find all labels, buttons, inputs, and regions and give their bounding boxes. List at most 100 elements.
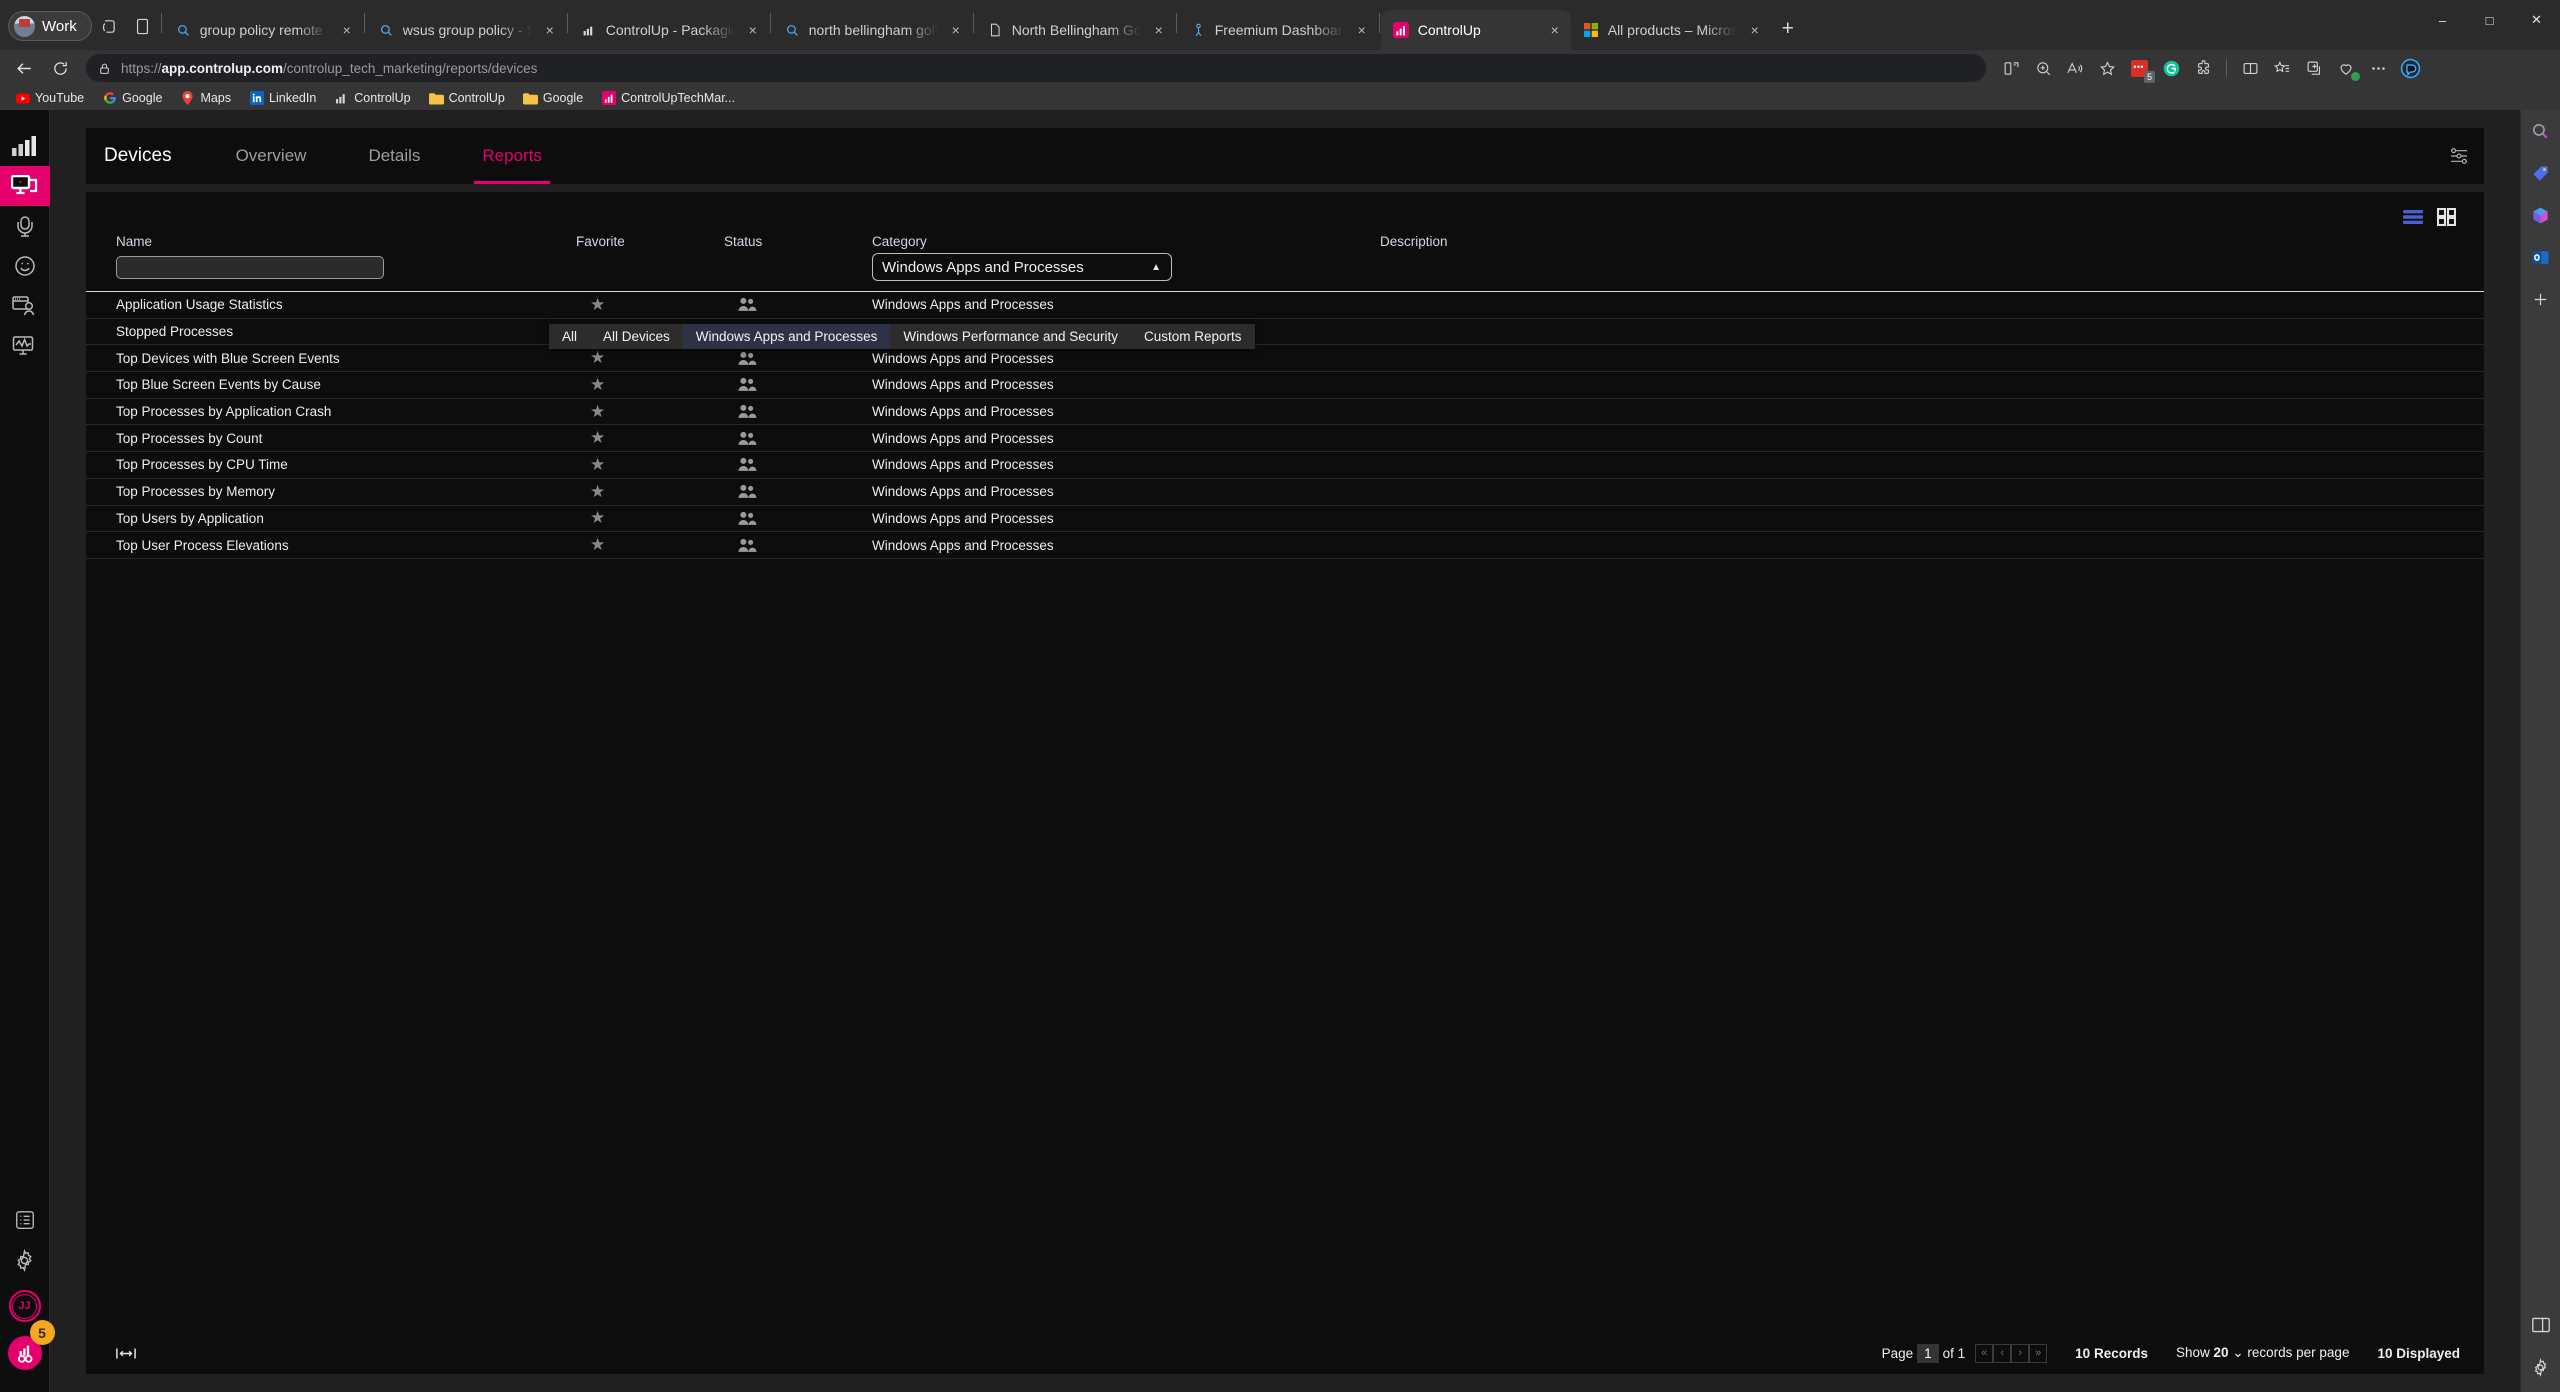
browser-health-icon[interactable] <box>2331 53 2361 83</box>
add-icon[interactable] <box>2527 286 2555 312</box>
grammarly-icon[interactable] <box>2156 53 2186 83</box>
tab-overview[interactable]: Overview <box>228 128 315 184</box>
sidebar-item-devices[interactable] <box>0 166 50 206</box>
zoom-icon[interactable] <box>2028 53 2058 83</box>
dropdown-option-all[interactable]: All <box>549 324 590 349</box>
split-screen-icon[interactable] <box>1996 53 2026 83</box>
table-row[interactable]: Application Usage Statistics ★ Windows App… <box>86 292 2484 319</box>
favorite-star-icon[interactable]: ★ <box>576 295 724 315</box>
dropdown-option-all-devices[interactable]: All Devices <box>590 324 683 349</box>
favorite-star-icon[interactable]: ★ <box>576 508 724 528</box>
sliders-icon[interactable] <box>2448 128 2484 184</box>
sidebar-item-support[interactable] <box>0 206 50 246</box>
table-row[interactable]: Stopped Processes★Windows Apps and Proce… <box>86 319 2484 346</box>
dropdown-option-custom-reports[interactable]: Custom Reports <box>1131 324 1255 349</box>
report-name[interactable]: Top Blue Screen Events by Cause <box>116 377 576 392</box>
bookmark-folder[interactable]: Google <box>516 89 590 108</box>
table-row[interactable]: Top Users by Application ★ Windows Apps an… <box>86 506 2484 533</box>
sidebar-item-settings[interactable] <box>0 1240 50 1280</box>
vertical-tabs-icon[interactable] <box>126 11 160 41</box>
favorite-star-icon[interactable]: ★ <box>576 375 724 395</box>
table-row[interactable]: Top Processes by CPU Time ★ Windows Apps a… <box>86 452 2484 479</box>
sidebar-item-user-sessions[interactable] <box>0 286 50 326</box>
extension-red-badge-icon[interactable]: 5 <box>2124 53 2155 83</box>
table-row[interactable]: Top Processes by Memory ★ Windows Apps and… <box>86 479 2484 506</box>
split-pane-icon[interactable] <box>2527 1312 2555 1338</box>
report-name[interactable]: Top Users by Application <box>116 511 576 526</box>
bookmark-item[interactable]: Google <box>95 89 169 108</box>
bookmark-item[interactable]: Maps <box>173 89 238 108</box>
browser-tab[interactable]: wsus group policy - Search × <box>366 10 566 50</box>
report-name[interactable]: Top Devices with Blue Screen Events <box>116 351 576 366</box>
close-icon[interactable]: × <box>1745 22 1765 38</box>
column-header-favorite[interactable]: Favorite <box>576 234 724 253</box>
read-aloud-icon[interactable] <box>2060 53 2090 83</box>
more-icon[interactable] <box>2363 53 2393 83</box>
fit-width-icon[interactable] <box>116 1347 136 1360</box>
category-filter-select[interactable]: Windows Apps and Processes ▲ <box>872 253 1172 281</box>
add-favorite-icon[interactable] <box>2092 53 2122 83</box>
tab-details[interactable]: Details <box>360 128 428 184</box>
minimize-button[interactable]: – <box>2419 0 2466 40</box>
sidebar-item-experience[interactable] <box>0 246 50 286</box>
favorite-star-icon[interactable]: ★ <box>576 535 724 555</box>
favorite-star-icon[interactable]: ★ <box>576 348 724 368</box>
favorites-icon[interactable] <box>2267 53 2297 83</box>
browser-tab[interactable]: group policy remote desktop - S × <box>163 10 363 50</box>
report-name[interactable]: Top Processes by Application Crash <box>116 404 576 419</box>
reload-icon[interactable] <box>44 53 76 83</box>
shopping-tag-icon[interactable] <box>2527 160 2555 186</box>
copilot-icon[interactable] <box>2395 53 2425 83</box>
gear-icon[interactable] <box>2527 1354 2555 1380</box>
dropdown-option-windows-apps-and-processes[interactable]: Windows Apps and Processes <box>682 324 891 349</box>
controlup-logo[interactable]: 5 <box>7 1320 55 1370</box>
bookmark-item[interactable]: ControlUpTechMar... <box>594 89 742 108</box>
tab-reports[interactable]: Reports <box>474 128 550 184</box>
page-size-control[interactable]: Show 20 ⌄ records per page <box>2176 1345 2349 1361</box>
sidebar-item-activity-log[interactable] <box>0 1200 50 1240</box>
page-number-input[interactable]: 1 <box>1917 1343 1939 1363</box>
new-tab-button[interactable]: + <box>1771 12 1805 46</box>
table-row[interactable]: Top Blue Screen Events by Cause ★ Windows … <box>86 372 2484 399</box>
close-icon[interactable]: × <box>1352 22 1372 38</box>
close-icon[interactable]: × <box>540 22 560 38</box>
table-row[interactable]: Top User Process Elevations ★ Windows Apps… <box>86 532 2484 559</box>
report-name[interactable]: Application Usage Statistics <box>116 297 576 312</box>
table-row[interactable]: Top Processes by Count ★ Windows Apps and … <box>86 425 2484 453</box>
outlook-icon[interactable] <box>2527 244 2555 270</box>
extensions-icon[interactable] <box>2188 53 2218 83</box>
back-icon[interactable] <box>8 53 40 83</box>
browser-tab[interactable]: ControlUp - Packaging & Pricing × <box>569 10 769 50</box>
avatar[interactable]: JJ <box>8 1290 41 1322</box>
browser-tab[interactable]: All products – Microsoft Azure M × <box>1571 10 1771 50</box>
close-icon[interactable]: × <box>1149 22 1169 38</box>
column-header-description[interactable]: Description <box>1380 234 2484 253</box>
bookmark-item[interactable]: YouTube <box>8 89 91 108</box>
table-row[interactable]: Top Devices with Blue Screen Events ★ Wind… <box>86 345 2484 373</box>
dropdown-option-windows-performance-and-security[interactable]: Windows Performance and Security <box>890 324 1131 349</box>
favorite-star-icon[interactable]: ★ <box>576 455 724 475</box>
favorite-star-icon[interactable]: ★ <box>576 402 724 422</box>
bookmark-item[interactable]: LinkedIn <box>242 89 323 108</box>
column-header-status[interactable]: Status <box>724 234 872 253</box>
tab-actions-icon[interactable] <box>92 11 126 41</box>
table-row[interactable]: Top Processes by Application Crash ★ Windo… <box>86 399 2484 426</box>
list-view-icon[interactable] <box>2403 209 2423 225</box>
search-input[interactable] <box>116 255 384 279</box>
sidebar-item-analytics[interactable] <box>0 126 50 166</box>
browser-tab[interactable]: north bellingham golf course - S × <box>772 10 972 50</box>
column-header-name[interactable]: Name <box>116 234 576 253</box>
grid-view-icon[interactable] <box>2437 208 2456 226</box>
microsoft-365-icon[interactable] <box>2527 202 2555 228</box>
search-icon[interactable] <box>2527 118 2555 144</box>
maximize-button[interactable]: □ <box>2466 0 2513 40</box>
browser-essentials-split-icon[interactable] <box>2235 53 2265 83</box>
report-name[interactable]: Stopped Processes <box>116 324 576 339</box>
column-header-category[interactable]: Category <box>872 234 1380 253</box>
collections-icon[interactable] <box>2299 53 2329 83</box>
browser-tab[interactable]: Freemium Dashboard › Freemium × <box>1178 10 1378 50</box>
browser-tab[interactable]: North Bellingham Golf Course × <box>975 10 1175 50</box>
next-page-button[interactable]: › <box>2011 1343 2030 1363</box>
close-icon[interactable]: × <box>337 22 357 38</box>
last-page-button[interactable]: » <box>2029 1343 2048 1363</box>
